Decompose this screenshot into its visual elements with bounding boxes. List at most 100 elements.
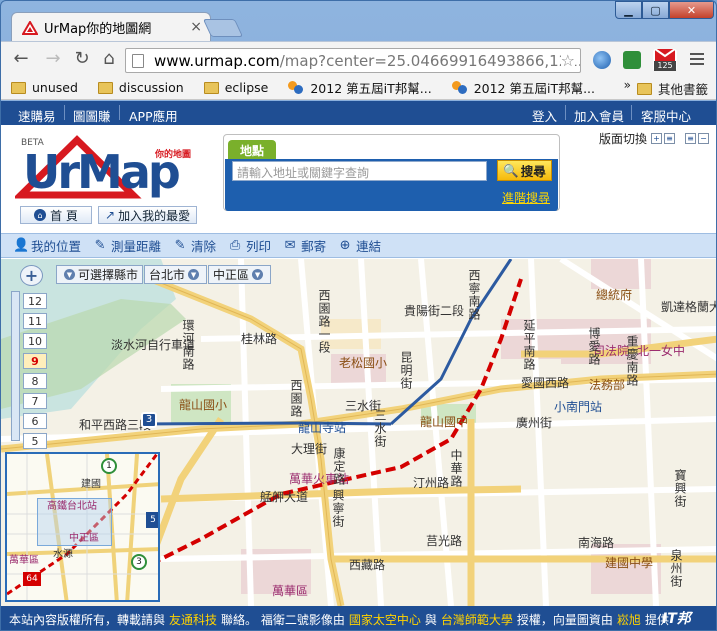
print-tool[interactable]: ⎙ 列印 xyxy=(228,236,271,255)
advanced-search-link[interactable]: 進階搜尋 xyxy=(502,189,550,206)
gmail-extension-icon[interactable]: 125 xyxy=(653,48,677,71)
eraser-icon: ✎ xyxy=(174,237,186,253)
bookmark-folder-eclipse[interactable]: eclipse xyxy=(203,80,268,95)
arrow-icon: ↗ xyxy=(105,208,116,222)
reload-icon[interactable]: ↻ xyxy=(70,48,94,70)
web-page: 速購易 圖圖賺 APP應用 登入 加入會員 客服中心 BETA UrMap 你的… xyxy=(1,101,716,630)
bookmark-star-icon[interactable]: ☆ xyxy=(560,51,575,70)
search-input[interactable]: 請輸入地址或關鍵字查詢 xyxy=(232,161,487,181)
green-extension-icon[interactable] xyxy=(623,51,641,69)
home-buttons: ⌂ 首 頁 ↗ 加入我的最愛 xyxy=(20,206,203,224)
close-tab-icon[interactable]: × xyxy=(190,19,202,35)
nav-link-login[interactable]: 登入 xyxy=(532,106,557,125)
zoom-level-8[interactable]: 8 xyxy=(23,373,47,389)
urmap-logo[interactable]: BETA UrMap 你的地圖 xyxy=(15,135,201,205)
address-bar[interactable]: www.urmap.com/map?center=25.046699164938… xyxy=(125,48,581,73)
browser-tab[interactable]: UrMap你的地圖網 × xyxy=(11,12,211,42)
folder-icon xyxy=(203,81,219,94)
other-bookmarks-folder[interactable]: 其他書籤 xyxy=(636,79,708,98)
district-select[interactable]: 中正區 ▼ xyxy=(208,265,272,284)
map-label: 萬華區 xyxy=(272,584,309,598)
nav-link-register[interactable]: 加入會員 xyxy=(574,106,624,125)
folder-icon xyxy=(97,81,113,94)
bookmark-folder-unused[interactable]: unused xyxy=(11,80,78,95)
layout-grid-icon[interactable]: ≡ xyxy=(685,133,697,144)
back-arrow-icon[interactable]: ← xyxy=(9,48,33,70)
minimap-label: 高鐵台北站 xyxy=(47,501,97,512)
footer-link-nspo[interactable]: 國家太空中心 xyxy=(349,611,421,628)
nav-link-support[interactable]: 客服中心 xyxy=(641,106,691,125)
layout-list-icon[interactable]: ≡ xyxy=(664,133,676,144)
browser-window: UrMap你的地圖網 × ▁ ▢ ✕ ← → ↻ ⌂ www.urmap.com… xyxy=(0,0,717,631)
ithelp-favicon-icon xyxy=(288,80,304,95)
my-location-tool[interactable]: 👤 我的位置 xyxy=(13,236,81,255)
nav-link-app[interactable]: APP應用 xyxy=(129,106,178,125)
zoom-in-button[interactable]: + xyxy=(20,265,43,286)
zoom-level-6[interactable]: 6 xyxy=(23,413,47,429)
map-label: 西藏路 xyxy=(349,558,386,572)
home-icon[interactable]: ⌂ xyxy=(97,48,121,70)
map-label: 延平南路 xyxy=(522,319,536,371)
view-switch: 版面切換 + ≡ ≡ − xyxy=(599,130,710,147)
nav-link-tutuzhuan[interactable]: 圖圖賺 xyxy=(73,106,111,125)
footer-link-songxu[interactable]: 崧旭 xyxy=(617,611,641,628)
zoom-level-5[interactable]: 5 xyxy=(23,433,47,449)
bookmark-ithelp-1[interactable]: 2012 第五屆iT邦幫... xyxy=(288,78,432,97)
forward-arrow-icon[interactable]: → xyxy=(41,48,65,70)
search-icon: 🔍 xyxy=(503,162,519,178)
measure-distance-tool[interactable]: ✎ 測量距離 xyxy=(93,236,161,255)
home-button[interactable]: ⌂ 首 頁 xyxy=(20,206,92,224)
map-label: 艋舺大道 xyxy=(260,490,309,504)
map-tools-bar: 👤 我的位置 ✎ 測量距離 ✎ 清除 ⎙ 列印 ✉ 郵寄 ⊕ 連結 xyxy=(1,233,716,258)
map-label: 老松國小 xyxy=(339,356,388,370)
tab-location[interactable]: 地點 xyxy=(228,140,276,160)
minimap-label: 建國 xyxy=(81,479,101,490)
map-label: 泉州街 xyxy=(669,549,683,588)
folder-icon xyxy=(11,81,26,94)
globe-extension-icon[interactable] xyxy=(593,51,611,69)
search-panel: 地點 請輸入地址或關鍵字查詢 🔍 搜尋 進階搜尋 xyxy=(223,134,560,211)
zoom-level-11[interactable]: 11 xyxy=(23,313,47,329)
bookmark-folder-discussion[interactable]: discussion xyxy=(97,80,184,95)
map-label: 莒光路 xyxy=(426,534,463,548)
city-select[interactable]: ▼ 可選擇縣市 xyxy=(56,265,144,284)
bookmark-ithelp-2[interactable]: 2012 第五屆iT邦幫... xyxy=(451,78,595,97)
overview-minimap[interactable]: 高鐵台北站 中正區 萬華區 水源 建國 1 3 64 5 xyxy=(5,452,160,602)
view-switch-label: 版面切換 xyxy=(599,132,648,146)
map-label: 愛國西路 xyxy=(521,376,570,390)
city-taipei-select[interactable]: 台北市 ▼ xyxy=(144,265,208,284)
map-label: 大理街 xyxy=(291,442,328,456)
zoom-level-7[interactable]: 7 xyxy=(23,393,47,409)
minimize-button[interactable]: ▁ xyxy=(615,1,642,19)
search-button[interactable]: 🔍 搜尋 xyxy=(497,160,552,181)
layout-plus-icon[interactable]: + xyxy=(651,133,663,144)
close-window-button[interactable]: ✕ xyxy=(669,1,714,19)
site-footer: 本站內容版權所有，轉載請與 友通科技 聯絡。 福衛二號影像由 國家太空中心 與 … xyxy=(1,606,716,630)
map-label: 三水街 xyxy=(373,409,387,448)
chevron-down-icon: ▼ xyxy=(252,269,264,280)
zoom-level-12[interactable]: 12 xyxy=(23,293,47,309)
menu-icon[interactable] xyxy=(690,51,704,68)
clear-tool[interactable]: ✎ 清除 xyxy=(173,236,216,255)
zoom-level-9[interactable]: 9 xyxy=(23,353,47,369)
link-tool[interactable]: ⊕ 連結 xyxy=(338,236,381,255)
map-label: 康定路 xyxy=(332,447,346,486)
nav-link-suguoyi[interactable]: 速購易 xyxy=(18,106,56,125)
map-canvas[interactable]: 貴陽街二段 總統府 凱達格蘭大道 司法院 北一女中 法務部 小南門站 老松國小 … xyxy=(1,259,716,606)
footer-link-youtong[interactable]: 友通科技 xyxy=(169,611,217,628)
layout-minus-icon[interactable]: − xyxy=(698,133,710,144)
highway-shield-icon: 5 xyxy=(146,512,158,528)
zoom-level-10[interactable]: 10 xyxy=(23,333,47,349)
highway-shield-icon: 1 xyxy=(101,458,117,474)
zoom-slider-track[interactable] xyxy=(11,291,20,441)
bookmarks-overflow-button[interactable]: » xyxy=(624,78,631,92)
logo-tagline: 你的地圖 xyxy=(155,150,192,160)
map-label: 汀州路 xyxy=(413,476,450,490)
folder-icon xyxy=(636,82,652,95)
mail-tool[interactable]: ✉ 郵寄 xyxy=(283,236,326,255)
add-favorite-button[interactable]: ↗ 加入我的最愛 xyxy=(98,206,198,224)
search-form: 請輸入地址或關鍵字查詢 🔍 搜尋 進階搜尋 xyxy=(225,159,558,211)
maximize-button[interactable]: ▢ xyxy=(642,1,669,19)
map-label: 法務部 xyxy=(589,378,626,392)
footer-link-ntnu[interactable]: 台灣師範大學 xyxy=(441,611,513,628)
